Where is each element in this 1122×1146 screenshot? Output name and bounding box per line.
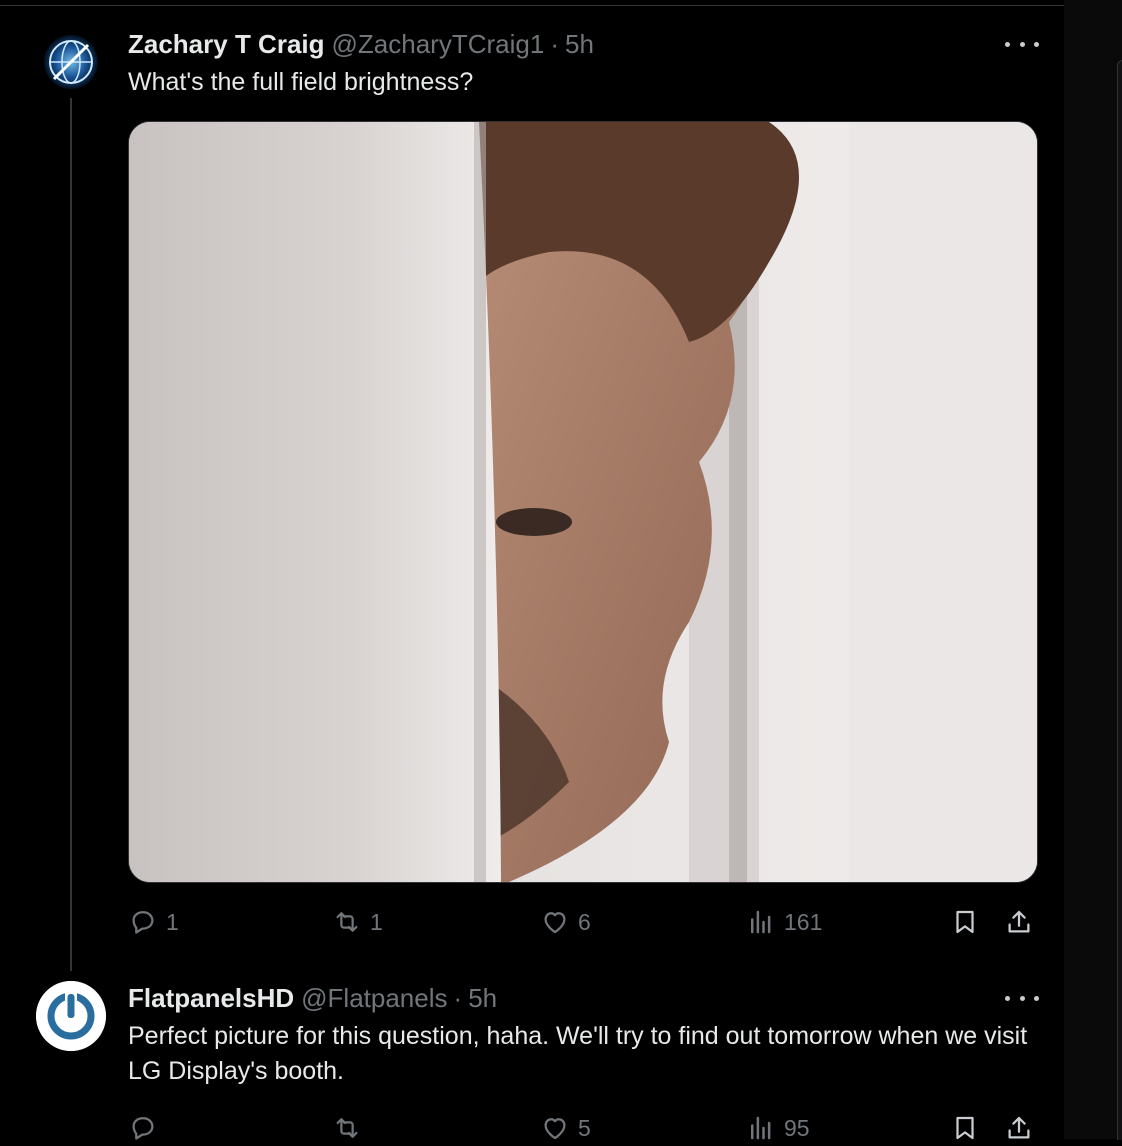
sidebar-card <box>1117 60 1122 1140</box>
reply-icon <box>132 911 154 934</box>
views-icon <box>751 910 771 934</box>
separator-dot: · <box>550 28 559 59</box>
repost-button[interactable]: 1 <box>332 904 383 940</box>
user-handle[interactable]: @ZacharyTCraig1 <box>332 29 545 60</box>
like-count: 6 <box>578 908 591 935</box>
timestamp[interactable]: 5h <box>565 29 594 60</box>
reply-button[interactable] <box>128 1110 166 1146</box>
avatar[interactable] <box>36 27 106 97</box>
right-sidebar <box>1064 0 1122 1139</box>
timestamp[interactable]: 5h <box>468 983 497 1014</box>
display-name[interactable]: Zachary T Craig <box>128 29 325 60</box>
share-button[interactable] <box>1004 904 1034 940</box>
bookmark-button[interactable] <box>950 1110 980 1146</box>
avatar-globe-icon <box>36 27 106 97</box>
power-logo-icon <box>36 981 106 1051</box>
view-count: 161 <box>784 908 823 935</box>
tweet-actions: 1 1 6 161 <box>128 904 1036 940</box>
views-button[interactable]: 95 <box>746 1110 810 1146</box>
like-button[interactable]: 5 <box>540 1110 591 1146</box>
repost-button[interactable] <box>332 1110 370 1146</box>
tweet-actions: 5 95 <box>128 1110 1036 1146</box>
display-name[interactable]: FlatpanelsHD <box>128 983 294 1014</box>
photo-image <box>129 122 1037 882</box>
reply-count: 1 <box>166 908 179 935</box>
bookmark-button[interactable] <box>950 904 980 940</box>
heart-icon <box>544 912 566 934</box>
repost-icon <box>336 912 358 932</box>
view-count: 95 <box>784 1114 810 1141</box>
like-button[interactable]: 6 <box>540 904 591 940</box>
separator-dot: · <box>453 982 463 1013</box>
share-button[interactable] <box>1004 1110 1034 1146</box>
bookmark-icon <box>956 910 974 934</box>
like-count: 5 <box>578 1114 591 1141</box>
divider <box>0 5 1064 6</box>
more-icon[interactable] <box>1005 988 1039 1008</box>
reply-button[interactable]: 1 <box>128 904 179 940</box>
thread-connector-line <box>70 98 72 971</box>
more-icon[interactable] <box>1005 34 1039 54</box>
avatar[interactable] <box>36 981 106 1051</box>
tweet-text: What's the full field brightness? <box>128 68 474 96</box>
repost-count: 1 <box>370 908 383 935</box>
user-handle[interactable]: @Flatpanels <box>301 983 447 1014</box>
views-button[interactable]: 161 <box>746 904 822 940</box>
tweet-text: Perfect picture for this question, haha.… <box>128 1022 1028 1085</box>
tweet-header: Zachary T Craig @ZacharyTCraig1 · 5h <box>128 28 594 60</box>
share-icon <box>1008 910 1030 933</box>
tweet-header: FlatpanelsHD @Flatpanels · 5h <box>128 982 497 1014</box>
tweet-photo[interactable] <box>128 121 1038 883</box>
